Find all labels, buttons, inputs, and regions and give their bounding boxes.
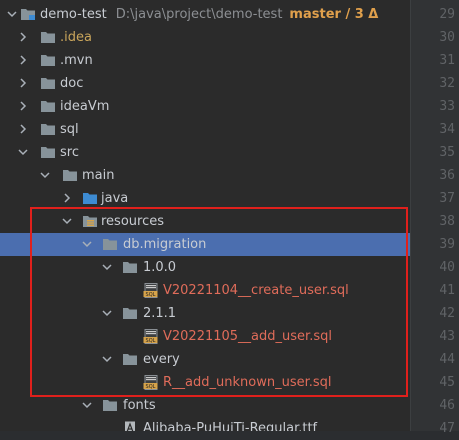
tree-row-sql[interactable]: sql xyxy=(0,118,410,141)
folder-icon xyxy=(122,306,138,321)
tree-row-src[interactable]: src xyxy=(0,141,410,164)
chevron-down-icon[interactable] xyxy=(100,352,114,366)
tree-row-doc[interactable]: doc xyxy=(0,72,410,95)
tree-item-label: 1.0.0 xyxy=(143,260,177,275)
tree-row-r-add-unknown-user-sql[interactable]: SQL R__add_unknown_user.sql xyxy=(0,371,410,394)
line-number: 44 xyxy=(439,352,455,367)
tree-row-idea[interactable]: .idea xyxy=(0,26,410,49)
folder-icon xyxy=(102,398,118,413)
chevron-down-icon[interactable] xyxy=(16,145,30,159)
tree-row-mvn[interactable]: .mvn xyxy=(0,49,410,72)
chevron-down-icon[interactable] xyxy=(100,260,114,274)
folder-icon xyxy=(40,122,56,137)
project-name: demo-test xyxy=(40,7,107,22)
tree-row-java[interactable]: java xyxy=(0,187,410,210)
line-number: 29 xyxy=(439,7,455,22)
chevron-right-icon[interactable] xyxy=(16,30,30,44)
tree-item-label: resources xyxy=(101,214,165,229)
chevron-down-icon[interactable] xyxy=(38,168,52,182)
line-number: 47 xyxy=(439,421,455,436)
line-number: 37 xyxy=(439,191,455,206)
tree-item-label: 2.1.1 xyxy=(143,306,177,321)
tree-item-label: src xyxy=(60,145,79,160)
line-number: 40 xyxy=(439,260,455,275)
chevron-down-icon[interactable] xyxy=(60,214,74,228)
line-number: 35 xyxy=(439,145,455,160)
line-number-gutter: 29 30 31 32 33 34 35 36 37 38 39 40 41 42 43 44 45 46 47 xyxy=(410,0,459,436)
line-number: 41 xyxy=(439,283,455,298)
tree-item-label: doc xyxy=(60,76,84,91)
folder-icon xyxy=(122,260,138,275)
svg-text:SQL: SQL xyxy=(146,338,156,344)
tree-item-label: fonts xyxy=(123,398,156,413)
chevron-right-icon[interactable] xyxy=(16,53,30,67)
tree-item-label: ideaVm xyxy=(60,99,110,114)
line-number: 31 xyxy=(439,53,455,68)
project-tree-panel: demo-test D:\java\project\demo-test master… xyxy=(0,0,410,431)
line-number: 32 xyxy=(439,76,455,91)
tree-row-v20221105-add-user-sql[interactable]: SQL V20221105__add_user.sql xyxy=(0,325,410,348)
tree-item-label: V20221104__create_user.sql xyxy=(163,283,349,298)
line-number: 39 xyxy=(439,237,455,252)
tree-row-demo-test[interactable]: demo-test D:\java\project\demo-test master… xyxy=(0,3,410,26)
chevron-right-icon[interactable] xyxy=(60,191,74,205)
chevron-right-icon[interactable] xyxy=(16,99,30,113)
tree-item-label: sql xyxy=(60,122,79,137)
sql-file-icon: SQL xyxy=(143,283,159,298)
line-number: 34 xyxy=(439,122,455,137)
chevron-down-icon[interactable] xyxy=(100,306,114,320)
project-path: D:\java\project\demo-test xyxy=(115,7,283,22)
tree-item-label: R__add_unknown_user.sql xyxy=(163,375,332,390)
svg-text:SQL: SQL xyxy=(146,292,156,298)
folder-icon xyxy=(40,53,56,68)
folder-icon xyxy=(102,237,118,252)
chevron-right-icon[interactable] xyxy=(16,76,30,90)
folder-icon xyxy=(40,76,56,91)
tree-row-resources[interactable]: resources xyxy=(0,210,410,233)
project-root-label: demo-test D:\java\project\demo-test master… xyxy=(40,6,378,23)
tree-item-label: every xyxy=(143,352,180,367)
tree-row-every[interactable]: every xyxy=(0,348,410,371)
chevron-down-icon[interactable] xyxy=(5,7,19,21)
sql-file-icon: SQL xyxy=(143,329,159,344)
folder-icon xyxy=(122,352,138,367)
tree-row-2-1-1[interactable]: 2.1.1 xyxy=(0,302,410,325)
tree-row-fonts[interactable]: fonts xyxy=(0,394,410,417)
folder-icon xyxy=(40,30,56,45)
chevron-down-icon[interactable] xyxy=(80,237,94,251)
chevron-down-icon[interactable] xyxy=(80,398,94,412)
tree-item-label: .idea xyxy=(60,30,92,45)
tree-row-db-migration[interactable]: db.migration xyxy=(0,233,410,256)
line-number: 46 xyxy=(439,398,455,413)
tree-item-label: db.migration xyxy=(123,237,207,252)
tree-item-label: main xyxy=(82,168,115,183)
font-file-icon xyxy=(122,421,138,431)
line-number: 42 xyxy=(439,306,455,321)
tree-row-alibaba-puhuiti-regular-ttf[interactable]: Alibaba-PuHuiTi-Regular.ttf xyxy=(0,417,410,431)
line-number: 30 xyxy=(439,30,455,45)
module-folder-icon xyxy=(20,7,36,22)
tree-item-label: V20221105__add_user.sql xyxy=(163,329,332,344)
chevron-right-icon[interactable] xyxy=(16,122,30,136)
line-number: 36 xyxy=(439,168,455,183)
tree-row-ideavm[interactable]: ideaVm xyxy=(0,95,410,118)
tree-item-label: java xyxy=(101,191,129,206)
resources-folder-icon xyxy=(82,214,98,229)
tree-item-label: Alibaba-PuHuiTi-Regular.ttf xyxy=(143,421,318,431)
line-number: 43 xyxy=(439,329,455,344)
tree-row-1-0-0[interactable]: 1.0.0 xyxy=(0,256,410,279)
folder-icon xyxy=(40,99,56,114)
tree-row-v20221104-create-user-sql[interactable]: SQL V20221104__create_user.sql xyxy=(0,279,410,302)
tree-item-label: .mvn xyxy=(60,53,93,68)
svg-text:SQL: SQL xyxy=(146,384,156,390)
folder-icon xyxy=(62,168,78,183)
folder-icon xyxy=(40,145,56,160)
line-number: 38 xyxy=(439,214,455,229)
source-folder-icon xyxy=(82,191,98,206)
vcs-branch-badge: master / 3 Δ xyxy=(289,7,379,22)
line-number: 33 xyxy=(439,99,455,114)
tree-row-main[interactable]: main xyxy=(0,164,410,187)
sql-file-icon: SQL xyxy=(143,375,159,390)
line-number: 45 xyxy=(439,375,455,390)
